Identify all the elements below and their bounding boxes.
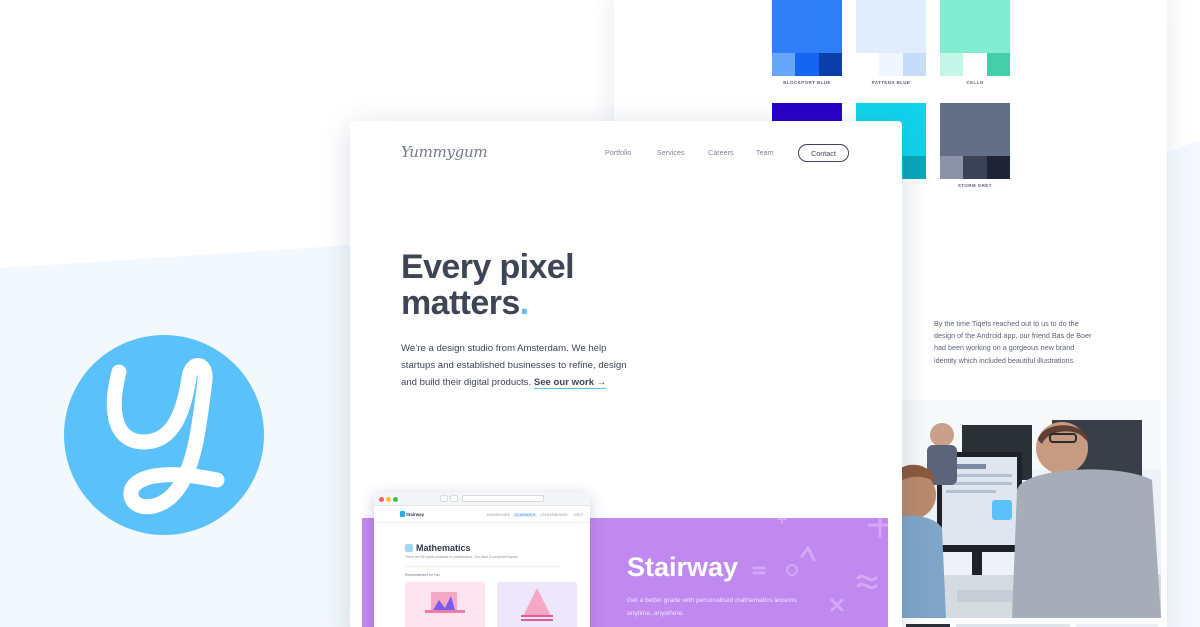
nav-portfolio[interactable]: Portfolio xyxy=(605,148,631,157)
swatch-label: PATTENS BLUE xyxy=(871,80,911,85)
browser-chrome xyxy=(374,492,590,506)
swatch-shades xyxy=(772,53,842,76)
app-subtitle: There are 26 topics available in mathema… xyxy=(405,555,519,559)
app-tab-classes[interactable]: CLASSES ▾ xyxy=(513,513,538,517)
color-swatch: PATTENS BLUE xyxy=(856,0,926,85)
website-preview-card: Yummygum Portfolio Services Careers Team… xyxy=(350,121,902,627)
swatch-shade xyxy=(986,156,1010,179)
swatch-shade xyxy=(963,53,987,76)
app-screenshot-window: Stairway DASHBOARD CLASSES ▾ LEADERBOARD… xyxy=(374,492,590,627)
swatch-shade xyxy=(902,156,926,179)
lesson-card-1[interactable] xyxy=(405,582,485,627)
nav-services[interactable]: Services xyxy=(657,148,685,157)
swatch-label: BLOCKPORT BLUE xyxy=(783,80,831,85)
recommended-label: Recommended for You xyxy=(405,573,440,577)
lesson-card-2[interactable] xyxy=(497,582,577,627)
swatch-shade xyxy=(963,156,987,179)
swatch-shade xyxy=(940,53,964,76)
swatch-main-color xyxy=(940,103,1010,156)
color-swatch: BLOCKPORT BLUE xyxy=(772,0,842,85)
color-swatch: CELLO xyxy=(940,0,1010,85)
yummygum-y-logo-icon xyxy=(106,358,225,515)
yummygum-logo-badge xyxy=(64,335,264,535)
color-swatch: STORM GREY xyxy=(940,103,1010,188)
swatch-main-color xyxy=(772,0,842,53)
swatch-label: CELLO xyxy=(966,80,984,85)
stairway-logo-icon xyxy=(400,511,405,517)
swatch-shades xyxy=(940,156,1010,179)
nav-careers[interactable]: Careers xyxy=(708,148,734,157)
app-tab-help[interactable]: HELP xyxy=(574,513,584,517)
swatch-shade xyxy=(795,53,819,76)
hero-intro: We’re a design studio from Amsterdam. We… xyxy=(401,340,633,391)
case-study-text: By the time Tiqets reached out to us to … xyxy=(934,319,1092,365)
math-subject-icon xyxy=(405,544,413,552)
project-title: Stairway xyxy=(627,552,739,582)
hero-headline: Every pixel matters. xyxy=(401,248,575,322)
swatch-shade xyxy=(940,156,964,179)
swatch-label: STORM GREY xyxy=(957,183,993,188)
app-tab-dashboard[interactable]: DASHBOARD xyxy=(487,513,510,517)
app-logo: Stairway xyxy=(406,512,425,517)
headline-line-1: Every pixel xyxy=(401,248,575,286)
swatch-shade xyxy=(818,53,842,76)
brand-logo[interactable]: Yummygum xyxy=(401,143,488,161)
swatch-shade xyxy=(772,53,796,76)
swatch-shades xyxy=(940,53,1010,76)
project-description: Get a better grade with personalised mat… xyxy=(627,597,797,617)
swatch-main-color xyxy=(940,0,1010,53)
app-heading: Mathematics xyxy=(416,543,471,553)
swatch-shade xyxy=(856,53,880,76)
nav-team[interactable]: Team xyxy=(756,148,774,157)
swatch-shades xyxy=(856,53,926,76)
see-our-work-link[interactable]: See our work → xyxy=(533,377,607,389)
headline-line-2: matters xyxy=(401,284,520,322)
app-tab-leaderboard[interactable]: LEADERBOARD xyxy=(540,513,568,517)
team-photo xyxy=(902,400,1161,618)
swatch-shade xyxy=(986,53,1010,76)
headline-dot: . xyxy=(519,284,529,322)
swatch-main-color xyxy=(856,0,926,53)
swatch-shade xyxy=(902,53,926,76)
swatch-shade xyxy=(879,53,903,76)
contact-button[interactable]: Contact xyxy=(798,144,849,162)
